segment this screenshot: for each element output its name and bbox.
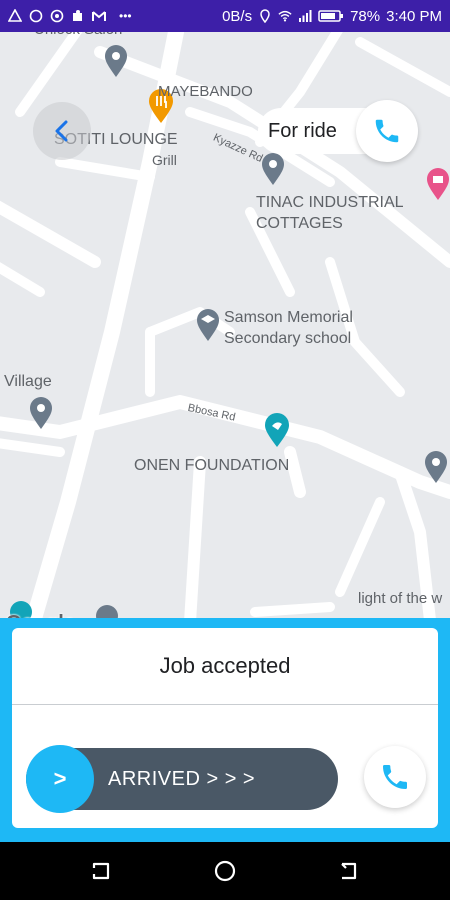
whatsapp-icon [50,9,64,23]
status-info: 0B/s 78% 3:40 PM [222,0,442,32]
status-bar: ••• 0B/s 78% 3:40 PM [0,0,450,32]
map-label-tinac-2: COTTAGES [256,215,343,232]
signal-icon [299,10,312,22]
map-label-samson-1: Samson Memorial [224,309,353,326]
wifi-icon [278,10,292,22]
call-rider-button[interactable] [356,100,418,162]
job-status-title: Job accepted [159,653,291,678]
battery-level: 78% [350,7,381,25]
chat-icon [29,9,43,23]
call-button[interactable] [364,746,426,808]
poi-pin-icon[interactable] [260,152,286,186]
home-button[interactable] [210,856,240,886]
recents-button[interactable] [86,856,116,886]
map-label-salon: Unlock Salon [34,32,122,40]
job-card: Job accepted > ARRIVED > > > [12,628,438,828]
for-ride-label: For ride [268,119,337,142]
poi-pin-icon[interactable] [103,44,129,78]
divider [12,704,438,705]
map-label-tinac-1: TINAC INDUSTRIAL [256,194,404,211]
shopping-pin-icon[interactable] [425,167,450,201]
charity-pin-icon[interactable] [263,412,291,448]
map-label-grill: Grill [152,152,177,168]
recents-icon [92,862,110,880]
map-label-onen: ONEN FOUNDATION [134,457,290,474]
map-label-samson-2: Secondary school [224,330,352,347]
warning-icon [8,9,22,22]
phone-icon [383,765,407,789]
poi-pin-icon[interactable] [28,396,54,430]
location-icon [260,9,270,23]
school-pin-icon[interactable] [195,308,221,342]
map-label-light: light of the w [358,590,443,607]
slider-label: ARRIVED > > > [108,767,256,790]
chevron-right-icon: > [53,766,67,791]
back-button[interactable] [33,102,91,160]
battery-icon [318,10,344,22]
home-icon [214,860,236,882]
gmail-icon [92,11,106,21]
slider-knob[interactable]: > [26,745,94,813]
map-label-mayebando: MAYEBANDO [158,83,253,100]
back-nav-icon [341,862,357,880]
arrived-slider[interactable]: > ARRIVED > > > [26,745,338,813]
clock: 3:40 PM [386,7,442,25]
system-nav-bar [0,842,450,900]
map-label-village: Village [4,373,52,390]
more-notifications: ••• [119,9,132,23]
chevron-left-icon [55,120,68,142]
notification-icons: ••• [8,0,132,32]
back-nav-button[interactable] [334,856,364,886]
poi-pin-icon[interactable] [423,450,449,484]
puzzle-icon [73,10,82,21]
net-speed: 0B/s [222,7,253,25]
phone-icon [375,119,399,143]
